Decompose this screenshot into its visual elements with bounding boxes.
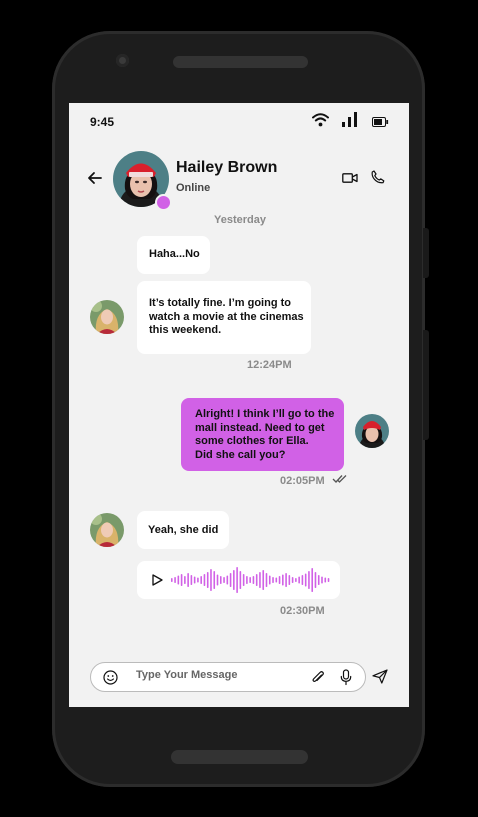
phone-call-icon[interactable] <box>371 170 385 184</box>
message-line: Did she call you? <box>195 448 286 461</box>
message-text: Yeah, she did <box>148 524 219 536</box>
waveform-bar <box>249 577 251 583</box>
waveform-bar <box>177 575 180 585</box>
waveform-bar <box>311 568 314 592</box>
waveform-bar <box>226 575 229 585</box>
waveform-bar <box>171 578 173 582</box>
send-icon[interactable] <box>372 669 388 684</box>
waveform-bar <box>239 571 242 589</box>
waveform-bar <box>193 576 196 584</box>
waveform-bar <box>216 574 219 586</box>
message-timestamp: 12:24PM <box>247 359 292 371</box>
message-line: some clothes for Ella. <box>195 435 309 447</box>
presence-status: Online <box>176 182 211 194</box>
day-separator: Yesterday <box>214 214 266 226</box>
message-input[interactable] <box>136 669 296 681</box>
waveform-bar <box>206 572 209 588</box>
waveform-bar <box>229 573 232 587</box>
message-timestamp: 02:05PM <box>280 475 325 487</box>
waveform-bar <box>200 576 202 584</box>
waveform-bar <box>285 573 287 587</box>
waveform-bar <box>268 575 271 585</box>
message-bubble[interactable]: Yeah, she did <box>137 511 229 549</box>
waveform-bar <box>174 577 176 583</box>
waveform-bar <box>255 574 258 586</box>
online-status-dot <box>155 194 172 211</box>
waveform-bar <box>308 571 310 589</box>
waveform-bar <box>190 575 193 585</box>
waveform-bar <box>223 577 225 583</box>
waveform-bar <box>242 574 245 586</box>
message-line: mall instead. Need to get <box>195 421 325 434</box>
waveform-bar <box>298 576 300 584</box>
waveform-bar <box>282 574 284 586</box>
message-text: Haha...No <box>149 248 200 260</box>
waveform-bar <box>246 576 248 584</box>
message-timestamp: 02:30PM <box>280 605 325 617</box>
status-time: 9:45 <box>90 115 115 129</box>
back-arrow-icon[interactable] <box>87 170 103 186</box>
waveform-bar <box>317 575 320 585</box>
message-line: watch a movie at the cinemas <box>149 310 304 323</box>
attachment-icon[interactable] <box>311 670 325 685</box>
video-call-icon[interactable] <box>342 172 358 184</box>
my-avatar <box>355 414 389 448</box>
waveform-bar <box>291 577 294 583</box>
waveform-bar <box>272 577 274 583</box>
waveform-bar <box>275 577 278 583</box>
waveform-bar <box>210 569 212 591</box>
waveform-bar <box>233 570 235 590</box>
waveform <box>171 567 330 593</box>
waveform-bar <box>259 572 261 588</box>
waveform-bar <box>213 571 216 589</box>
read-receipt-icon <box>332 475 347 483</box>
battery-icon <box>372 117 389 127</box>
message-composer <box>90 662 366 692</box>
waveform-bar <box>301 575 304 585</box>
wifi-icon <box>312 113 329 127</box>
waveform-bar <box>236 567 238 593</box>
signal-icon <box>342 112 357 127</box>
waveform-bar <box>278 576 281 584</box>
waveform-bar <box>180 574 183 586</box>
waveform-bar <box>262 570 265 590</box>
message-bubble-outgoing[interactable]: Alright! I think I’ll go to the mall ins… <box>181 398 344 471</box>
waveform-bar <box>252 576 255 584</box>
waveform-bar <box>314 572 317 588</box>
waveform-bar <box>295 578 297 582</box>
waveform-bar <box>327 578 330 582</box>
microphone-icon[interactable] <box>340 669 352 686</box>
waveform-bar <box>304 573 307 587</box>
contact-name: Hailey Brown <box>176 159 278 176</box>
earpiece-speaker <box>173 56 308 68</box>
volume-button <box>423 228 429 278</box>
front-camera <box>116 54 129 67</box>
emoji-icon[interactable] <box>103 670 118 685</box>
sender-avatar <box>90 513 124 547</box>
waveform-bar <box>321 576 323 584</box>
message-bubble[interactable]: It’s totally fine. I’m going to watch a … <box>137 281 311 354</box>
message-line: It’s totally fine. I’m going to <box>149 297 291 309</box>
waveform-bar <box>219 576 222 584</box>
bottom-speaker <box>171 750 308 764</box>
message-line: this weekend. <box>149 324 222 336</box>
sender-avatar <box>90 300 124 334</box>
message-bubble[interactable]: Haha...No <box>137 236 210 274</box>
play-icon[interactable] <box>151 574 163 586</box>
voice-message[interactable] <box>137 561 340 599</box>
chat-screen: 9:45 Hailey Brown Online Yesterday Haha.… <box>69 103 409 707</box>
message-line: Alright! I think I’ll go to the <box>195 408 335 420</box>
waveform-bar <box>265 573 268 587</box>
waveform-bar <box>184 576 186 584</box>
waveform-bar <box>197 577 199 583</box>
waveform-bar <box>324 577 327 583</box>
waveform-bar <box>288 575 291 585</box>
waveform-bar <box>187 573 189 587</box>
power-button <box>423 330 429 440</box>
waveform-bar <box>203 574 206 586</box>
